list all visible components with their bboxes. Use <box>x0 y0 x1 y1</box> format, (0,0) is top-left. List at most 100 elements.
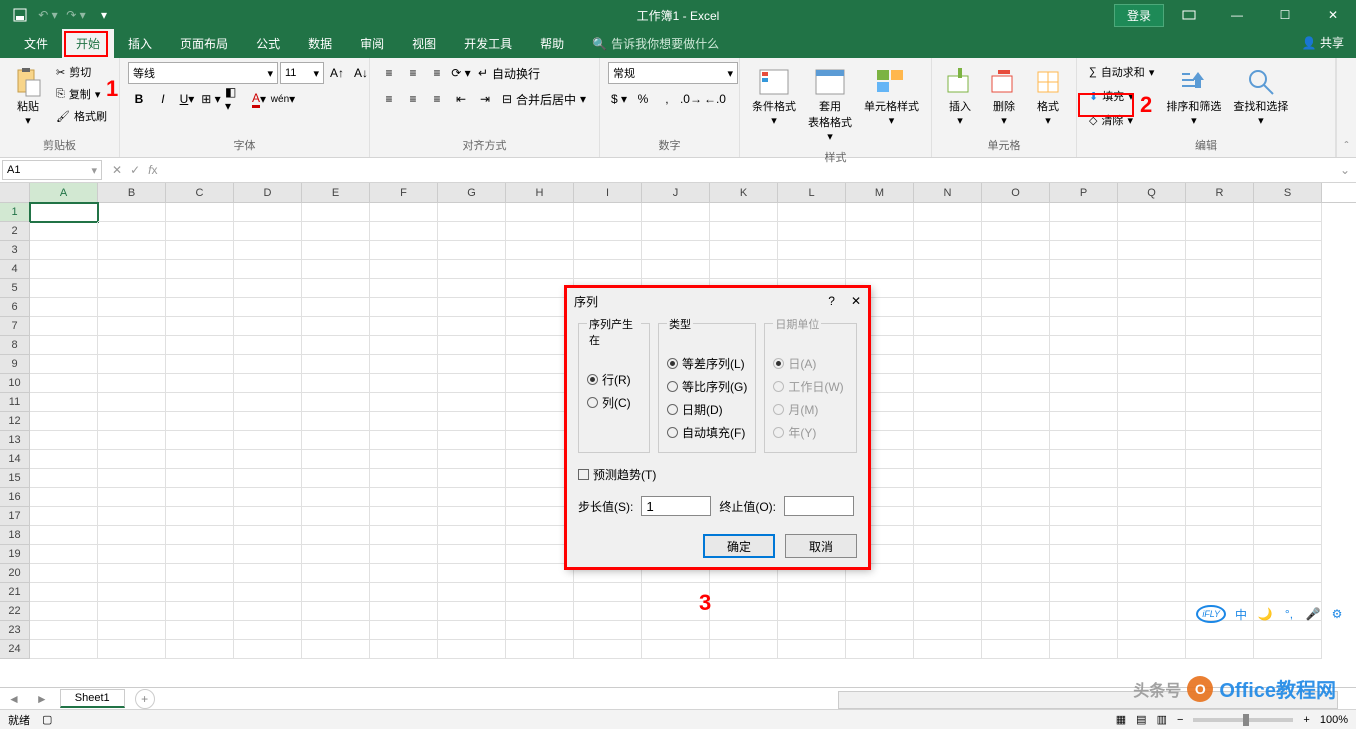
cell[interactable] <box>1254 469 1322 488</box>
cell[interactable] <box>846 602 914 621</box>
cell[interactable] <box>166 583 234 602</box>
cell[interactable] <box>1050 374 1118 393</box>
cell[interactable] <box>778 583 846 602</box>
cell[interactable] <box>166 203 234 222</box>
increase-decimal-icon[interactable]: .0→ <box>680 88 702 110</box>
currency-icon[interactable]: $ ▾ <box>608 88 630 110</box>
align-middle-icon[interactable]: ≡ <box>402 62 424 84</box>
cell[interactable] <box>1186 241 1254 260</box>
cell[interactable] <box>370 279 438 298</box>
cell[interactable] <box>1254 203 1322 222</box>
row-header[interactable]: 2 <box>0 222 30 241</box>
cell[interactable] <box>1186 279 1254 298</box>
cut-button[interactable]: ✂ 剪切 <box>52 62 111 82</box>
row-header[interactable]: 9 <box>0 355 30 374</box>
cell[interactable] <box>98 298 166 317</box>
cell[interactable] <box>982 260 1050 279</box>
cell[interactable] <box>30 374 98 393</box>
phonetic-button[interactable]: wén ▾ <box>272 88 294 110</box>
row-header[interactable]: 15 <box>0 469 30 488</box>
cell[interactable] <box>370 412 438 431</box>
close-icon[interactable]: ✕ <box>851 294 861 308</box>
cell[interactable] <box>438 241 506 260</box>
cell[interactable] <box>1050 507 1118 526</box>
row-header[interactable]: 24 <box>0 640 30 659</box>
cell[interactable] <box>710 640 778 659</box>
tab-file[interactable]: 文件 <box>10 29 62 58</box>
cell[interactable] <box>234 526 302 545</box>
row-header[interactable]: 3 <box>0 241 30 260</box>
cell[interactable] <box>914 279 982 298</box>
cell[interactable] <box>1254 431 1322 450</box>
decrease-decimal-icon[interactable]: ←.0 <box>704 88 726 110</box>
cancel-formula-icon[interactable]: ✕ <box>112 163 122 177</box>
cell[interactable] <box>1118 640 1186 659</box>
cell[interactable] <box>234 564 302 583</box>
tab-developer[interactable]: 开发工具 <box>450 29 526 58</box>
cell[interactable] <box>1118 507 1186 526</box>
cell[interactable] <box>370 602 438 621</box>
cell[interactable] <box>166 488 234 507</box>
cell[interactable] <box>234 431 302 450</box>
cell[interactable] <box>30 317 98 336</box>
cell[interactable] <box>234 279 302 298</box>
cell[interactable] <box>982 621 1050 640</box>
cell[interactable] <box>914 336 982 355</box>
cell[interactable] <box>1050 260 1118 279</box>
col-header[interactable]: C <box>166 183 234 202</box>
minimize-icon[interactable]: — <box>1214 0 1260 30</box>
row-header[interactable]: 23 <box>0 621 30 640</box>
cell[interactable] <box>98 488 166 507</box>
macro-record-icon[interactable]: ▢ <box>42 713 52 726</box>
indent-decrease-icon[interactable]: ⇤ <box>450 88 472 110</box>
cell[interactable] <box>166 374 234 393</box>
cell[interactable] <box>914 507 982 526</box>
clear-button[interactable]: ◇ 清除 ▾ <box>1085 110 1158 130</box>
cell[interactable] <box>1118 564 1186 583</box>
cell[interactable] <box>982 469 1050 488</box>
cell[interactable] <box>370 564 438 583</box>
col-header[interactable]: B <box>98 183 166 202</box>
cell[interactable] <box>506 279 574 298</box>
redo-icon[interactable]: ↷ ▾ <box>66 5 86 25</box>
cell[interactable] <box>30 222 98 241</box>
cell[interactable] <box>1118 241 1186 260</box>
align-center-icon[interactable]: ≡ <box>402 88 424 110</box>
cell[interactable] <box>1254 545 1322 564</box>
cell[interactable] <box>302 203 370 222</box>
cell[interactable] <box>234 374 302 393</box>
cell[interactable] <box>914 488 982 507</box>
cell[interactable] <box>370 507 438 526</box>
cell[interactable] <box>98 469 166 488</box>
cell[interactable] <box>30 564 98 583</box>
cell[interactable] <box>98 412 166 431</box>
cell[interactable] <box>982 583 1050 602</box>
col-header[interactable]: N <box>914 183 982 202</box>
cell[interactable] <box>1118 431 1186 450</box>
col-header[interactable]: R <box>1186 183 1254 202</box>
cell[interactable] <box>1186 374 1254 393</box>
cell[interactable] <box>98 222 166 241</box>
tab-insert[interactable]: 插入 <box>114 29 166 58</box>
cell[interactable] <box>778 260 846 279</box>
cell[interactable] <box>1118 260 1186 279</box>
cell[interactable] <box>710 583 778 602</box>
row-header[interactable]: 10 <box>0 374 30 393</box>
cell[interactable] <box>778 241 846 260</box>
cell[interactable] <box>234 469 302 488</box>
cell[interactable] <box>30 488 98 507</box>
cell[interactable] <box>914 583 982 602</box>
ribbon-options-icon[interactable] <box>1166 0 1212 30</box>
col-header[interactable]: J <box>642 183 710 202</box>
cell[interactable] <box>574 583 642 602</box>
cell[interactable] <box>1186 203 1254 222</box>
cell[interactable] <box>1118 412 1186 431</box>
radio-linear[interactable]: 等差序列(L) <box>667 352 747 375</box>
cell[interactable] <box>30 241 98 260</box>
cell[interactable] <box>98 621 166 640</box>
format-cells-button[interactable]: 格式▾ <box>1028 62 1068 131</box>
cell[interactable] <box>1050 564 1118 583</box>
cell[interactable] <box>1186 640 1254 659</box>
cell[interactable] <box>166 260 234 279</box>
col-header[interactable]: S <box>1254 183 1322 202</box>
